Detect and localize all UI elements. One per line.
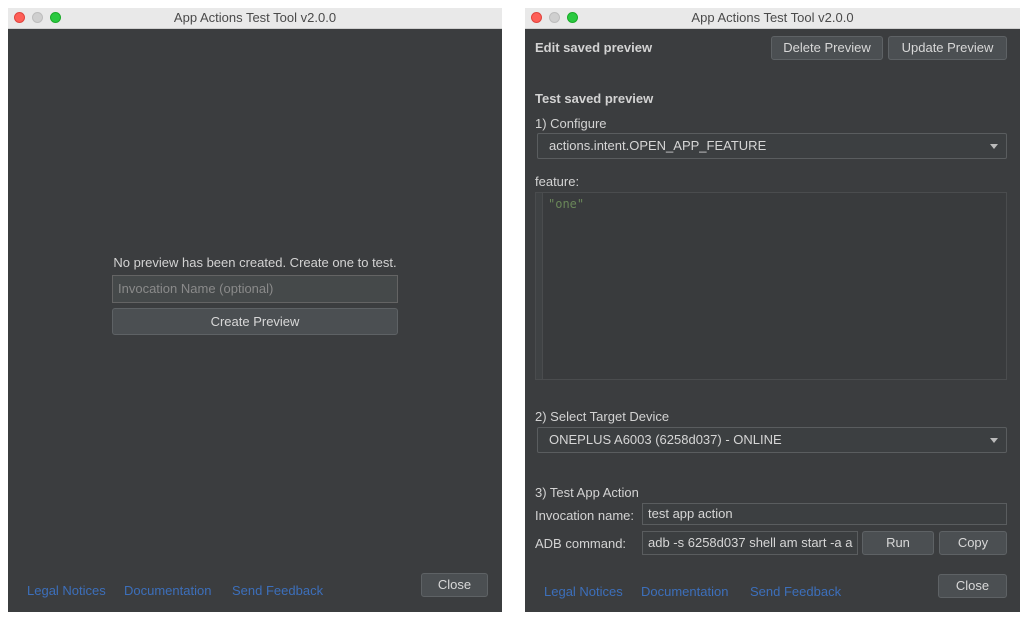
adb-command-value: adb -s 6258d037 shell am start -a a <box>648 535 853 550</box>
run-button[interactable]: Run <box>862 531 934 555</box>
invocation-name-input[interactable]: test app action <box>642 503 1007 525</box>
test-heading: Test saved preview <box>535 91 654 106</box>
step3-label: 3) Test App Action <box>535 485 639 500</box>
close-window-icon[interactable] <box>14 12 25 23</box>
dropdown-arrow-icon <box>990 144 998 149</box>
title-bar: App Actions Test Tool v2.0.0 <box>525 8 1020 29</box>
right-window: App Actions Test Tool v2.0.0 Edit saved … <box>525 8 1020 612</box>
send-feedback-link[interactable]: Send Feedback <box>232 583 323 598</box>
window-title: App Actions Test Tool v2.0.0 <box>691 10 854 25</box>
documentation-link[interactable]: Documentation <box>641 584 728 599</box>
intent-select[interactable]: actions.intent.OPEN_APP_FEATURE <box>537 133 1007 159</box>
legal-notices-link[interactable]: Legal Notices <box>544 584 623 599</box>
zoom-window-icon[interactable] <box>50 12 61 23</box>
invocation-name-value: test app action <box>648 506 733 521</box>
edit-heading: Edit saved preview <box>535 40 653 55</box>
window-controls <box>531 12 578 23</box>
documentation-link[interactable]: Documentation <box>124 583 211 598</box>
invocation-name-label: Invocation name: <box>535 508 635 523</box>
feature-editor[interactable]: "one" <box>535 192 1007 380</box>
adb-command-label: ADB command: <box>535 536 627 551</box>
window-controls <box>14 12 61 23</box>
send-feedback-link[interactable]: Send Feedback <box>750 584 841 599</box>
invocation-name-input[interactable]: Invocation Name (optional) <box>112 275 398 303</box>
close-window-icon[interactable] <box>531 12 542 23</box>
legal-notices-link[interactable]: Legal Notices <box>27 583 106 598</box>
close-button[interactable]: Close <box>421 573 488 597</box>
step1-label: 1) Configure <box>535 116 607 131</box>
empty-message: No preview has been created. Create one … <box>113 255 397 270</box>
copy-button[interactable]: Copy <box>939 531 1007 555</box>
device-value: ONEPLUS A6003 (6258d037) - ONLINE <box>549 432 782 447</box>
zoom-window-icon[interactable] <box>567 12 578 23</box>
intent-value: actions.intent.OPEN_APP_FEATURE <box>549 138 767 153</box>
feature-label: feature: <box>535 174 580 189</box>
feature-value: "one" <box>548 197 585 211</box>
delete-preview-button[interactable]: Delete Preview <box>771 36 883 60</box>
title-bar: App Actions Test Tool v2.0.0 <box>8 8 502 29</box>
minimize-window-icon[interactable] <box>549 12 560 23</box>
device-select[interactable]: ONEPLUS A6003 (6258d037) - ONLINE <box>537 427 1007 453</box>
adb-command-field[interactable]: adb -s 6258d037 shell am start -a a <box>642 531 858 555</box>
step2-label: 2) Select Target Device <box>535 409 670 424</box>
dropdown-arrow-icon <box>990 438 998 443</box>
editor-gutter <box>536 193 543 379</box>
create-preview-button[interactable]: Create Preview <box>112 308 398 335</box>
invocation-name-placeholder: Invocation Name (optional) <box>118 281 274 296</box>
left-window: App Actions Test Tool v2.0.0 No preview … <box>8 8 502 612</box>
update-preview-button[interactable]: Update Preview <box>888 36 1007 60</box>
close-button[interactable]: Close <box>938 574 1007 598</box>
minimize-window-icon[interactable] <box>32 12 43 23</box>
window-title: App Actions Test Tool v2.0.0 <box>173 10 337 25</box>
